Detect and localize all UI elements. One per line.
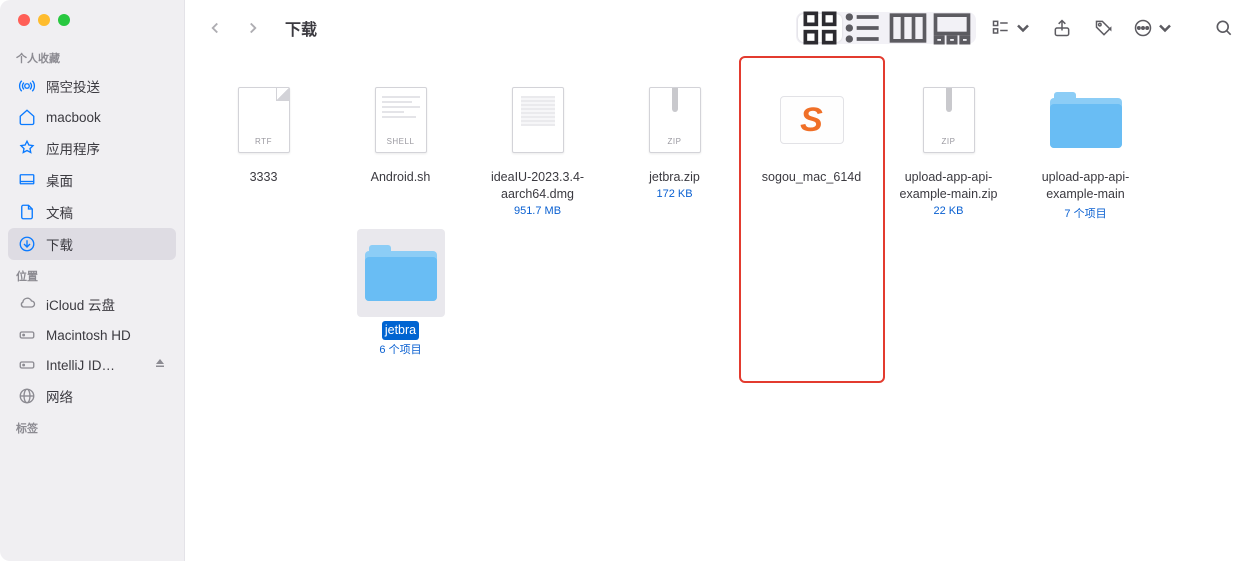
- airdrop-icon: [18, 77, 36, 95]
- file-thumbnail[interactable]: [357, 229, 445, 317]
- eject-icon[interactable]: [154, 356, 166, 374]
- file-item[interactable]: jetbra6 个项目: [332, 229, 469, 357]
- desktop-icon: [18, 171, 36, 189]
- file-thumbnail[interactable]: RTF: [220, 76, 308, 164]
- sidebar-item-label: 下载: [46, 234, 166, 254]
- sidebar-item-label: 隔空投送: [46, 76, 166, 96]
- file-name: ideaIU-2023.3.4-aarch64.dmg: [470, 168, 605, 204]
- file-item[interactable]: upload-app-api-example-main7 个项目: [1017, 76, 1154, 221]
- file-thumbnail[interactable]: S: [768, 76, 856, 164]
- grid-spacer: [195, 229, 332, 357]
- close-icon[interactable]: [18, 14, 30, 26]
- file-name: jetbra: [382, 321, 419, 340]
- file-item[interactable]: ideaIU-2023.3.4-aarch64.dmg951.7 MB: [469, 76, 606, 221]
- toolbar: 下载: [185, 0, 1256, 56]
- sidebar-item-label: IntelliJ ID…: [46, 358, 144, 373]
- search-button[interactable]: [1210, 14, 1238, 42]
- file-thumbnail[interactable]: [494, 76, 582, 164]
- file-name: sogou_mac_614d: [759, 168, 864, 187]
- file-name: upload-app-api-example-main: [1018, 168, 1153, 204]
- column-view-button[interactable]: [886, 14, 930, 42]
- download-icon: [18, 235, 36, 253]
- file-area[interactable]: RTF 3333 SHELL Android.sh ideaIU-2023.3.4-aa…: [185, 56, 1256, 561]
- forward-button[interactable]: [241, 16, 265, 40]
- group-button[interactable]: [990, 14, 1034, 42]
- file-meta: 172 KB: [656, 188, 692, 200]
- doc-icon: [18, 203, 36, 221]
- sidebar-item-app[interactable]: 应用程序: [8, 132, 176, 164]
- file-meta: 6 个项目: [379, 341, 421, 357]
- file-item[interactable]: RTF 3333: [195, 76, 332, 221]
- sidebar-item-label: 文稿: [46, 202, 166, 222]
- file-meta: 7 个项目: [1064, 205, 1106, 221]
- file-thumbnail[interactable]: ZIP: [631, 76, 719, 164]
- file-name: jetbra.zip: [646, 168, 703, 187]
- sidebar-item-label: macbook: [46, 110, 166, 125]
- sidebar-item-label: 应用程序: [46, 138, 166, 158]
- file-thumbnail[interactable]: ZIP: [905, 76, 993, 164]
- sidebar-item-disk[interactable]: IntelliJ ID…: [8, 350, 176, 380]
- file-thumbnail[interactable]: SHELL: [357, 76, 445, 164]
- sidebar-item-doc[interactable]: 文稿: [8, 196, 176, 228]
- view-switcher: [796, 12, 976, 44]
- file-item[interactable]: Ssogou_mac_614d: [743, 76, 880, 221]
- file-item[interactable]: ZIP jetbra.zip172 KB: [606, 76, 743, 221]
- file-meta: 22 KB: [934, 205, 964, 217]
- file-item[interactable]: SHELL Android.sh: [332, 76, 469, 221]
- cloud-icon: [18, 295, 36, 313]
- file-meta: 951.7 MB: [514, 205, 561, 217]
- file-thumbnail[interactable]: [1042, 76, 1130, 164]
- sidebar-item-globe[interactable]: 网络: [8, 380, 176, 412]
- app-icon: [18, 139, 36, 157]
- sidebar-section-label: 个人收藏: [0, 42, 184, 70]
- disk-icon: [18, 326, 36, 344]
- sidebar-section-label: 位置: [0, 260, 184, 288]
- file-name: 3333: [247, 168, 281, 187]
- disk-icon: [18, 356, 36, 374]
- sidebar-item-label: 桌面: [46, 170, 166, 190]
- sidebar-item-download[interactable]: 下载: [8, 228, 176, 260]
- share-button[interactable]: [1048, 14, 1076, 42]
- window-title: 下载: [285, 16, 317, 40]
- sidebar-item-label: Macintosh HD: [46, 328, 166, 343]
- back-button[interactable]: [203, 16, 227, 40]
- sidebar: 个人收藏隔空投送 macbook 应用程序桌面文稿下载位置 iCloud 云盘 Maci…: [0, 0, 185, 561]
- sidebar-item-desktop[interactable]: 桌面: [8, 164, 176, 196]
- sidebar-item-home[interactable]: macbook: [8, 102, 176, 132]
- main-area: 下载: [185, 0, 1256, 561]
- list-view-button[interactable]: [842, 14, 886, 42]
- sidebar-item-label: iCloud 云盘: [46, 294, 166, 314]
- icon-view-button[interactable]: [798, 14, 842, 42]
- window-controls: [0, 14, 184, 42]
- sidebar-item-airdrop[interactable]: 隔空投送: [8, 70, 176, 102]
- file-item[interactable]: ZIP upload-app-api-example-main.zip22 KB: [880, 76, 1017, 221]
- file-name: Android.sh: [368, 168, 434, 187]
- file-name: upload-app-api-example-main.zip: [881, 168, 1016, 204]
- minimize-icon[interactable]: [38, 14, 50, 26]
- fullscreen-icon[interactable]: [58, 14, 70, 26]
- sidebar-item-disk[interactable]: Macintosh HD: [8, 320, 176, 350]
- action-button[interactable]: [1132, 14, 1176, 42]
- sidebar-section-label: 标签: [0, 412, 184, 440]
- globe-icon: [18, 387, 36, 405]
- tag-button[interactable]: [1090, 14, 1118, 42]
- home-icon: [18, 108, 36, 126]
- sidebar-item-cloud[interactable]: iCloud 云盘: [8, 288, 176, 320]
- sidebar-item-label: 网络: [46, 386, 166, 406]
- gallery-view-button[interactable]: [930, 14, 974, 42]
